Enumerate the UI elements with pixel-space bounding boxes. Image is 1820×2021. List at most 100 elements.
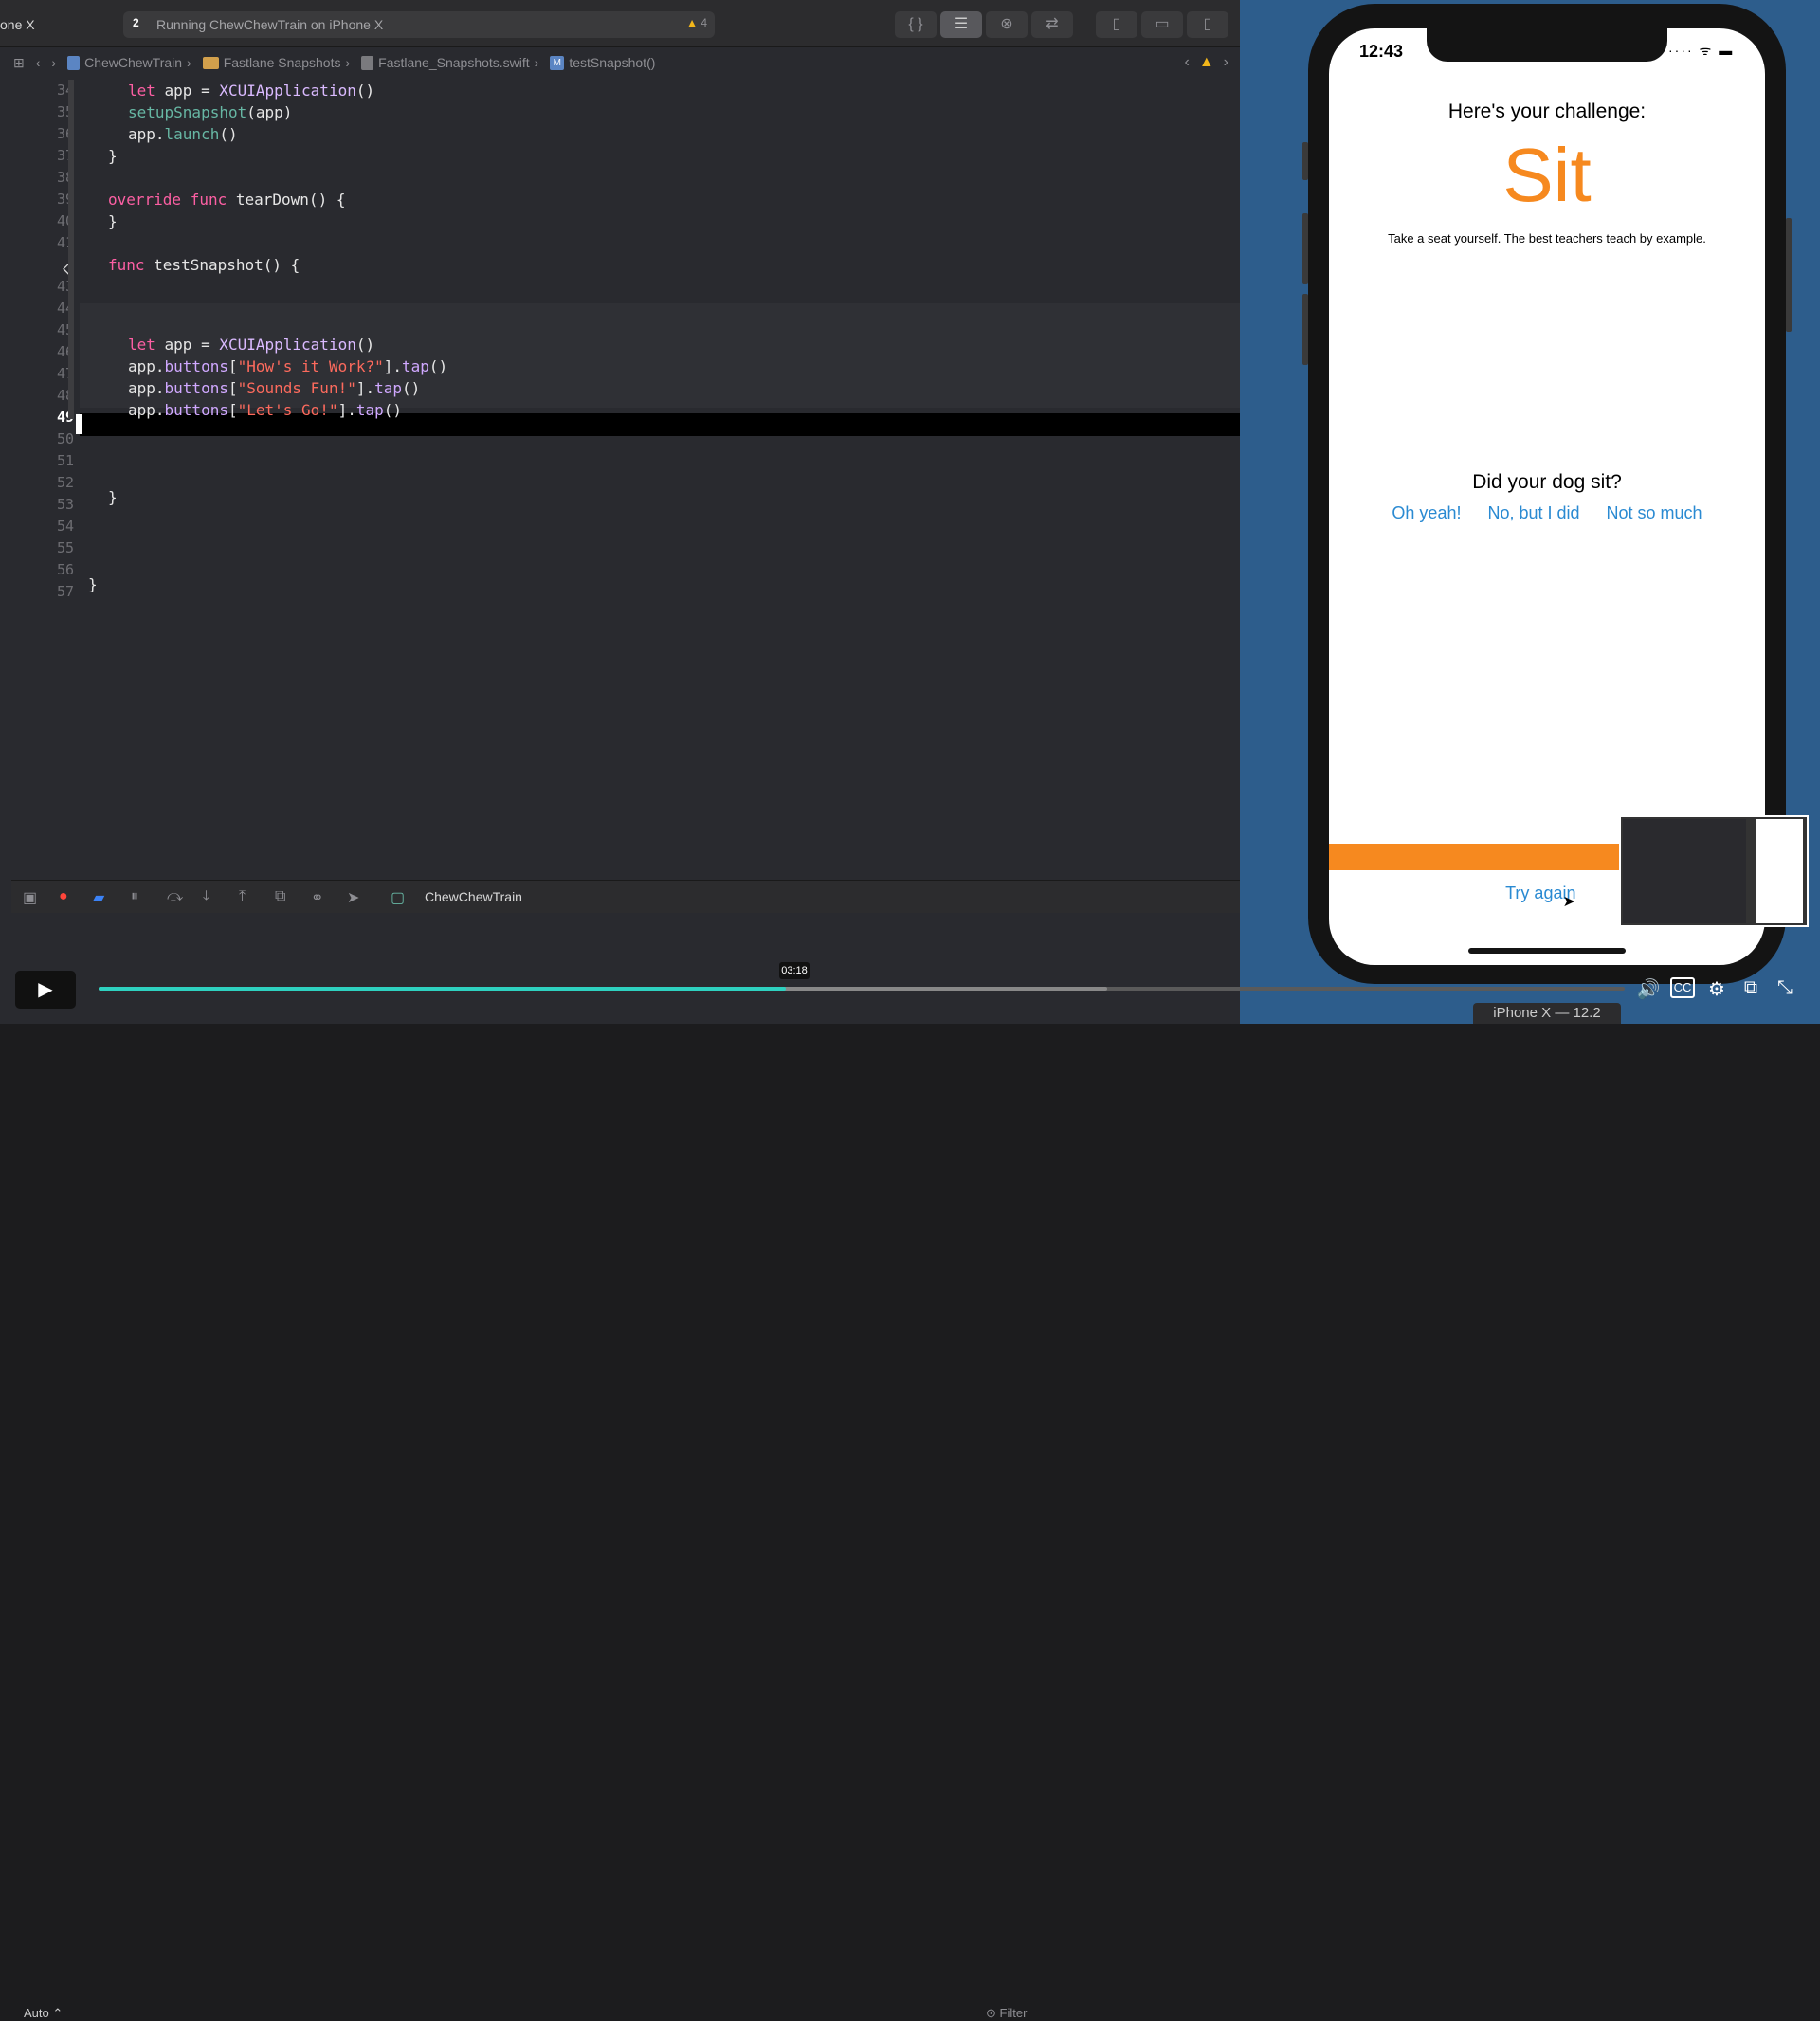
command-title: Sit bbox=[1502, 133, 1592, 217]
jump-bar: ⊞ ‹ › ChewChewTrain › Fastlane Snapshots… bbox=[13, 51, 1240, 74]
breadcrumb-method[interactable]: MtestSnapshot() bbox=[550, 51, 655, 74]
answer-oh-yeah-button[interactable]: Oh yeah! bbox=[1392, 503, 1461, 523]
video-progress-fill bbox=[99, 987, 786, 991]
project-icon bbox=[67, 55, 81, 70]
warning-icon[interactable]: ▲ bbox=[1199, 51, 1214, 74]
answer-not-so-much-button[interactable]: Not so much bbox=[1607, 503, 1702, 523]
breadcrumb-label: Fastlane_Snapshots.swift bbox=[378, 55, 530, 70]
volume-icon[interactable]: 🔊 bbox=[1636, 977, 1661, 1001]
filter-field[interactable]: ⊙ Filter bbox=[986, 2006, 1027, 2021]
next-issue-icon[interactable]: › bbox=[1224, 51, 1228, 74]
command-description: Take a seat yourself. The best teachers … bbox=[1388, 231, 1706, 246]
line-number: 45 bbox=[56, 321, 74, 338]
line-number: 39 bbox=[56, 191, 74, 208]
warning-badge[interactable]: ▲ 4 bbox=[686, 16, 707, 29]
answer-no-but-i-did-button[interactable]: No, but I did bbox=[1487, 503, 1579, 523]
side-button bbox=[1786, 218, 1792, 332]
prev-issue-icon[interactable]: ‹ bbox=[1185, 51, 1190, 74]
line-number-gutter: 34 35 36 37 38 39 40 41 ◇43 44 45 46 47 48 49 50 51 52 53 5… bbox=[11, 80, 74, 876]
line-number: 47 bbox=[56, 365, 74, 382]
swift-file-icon bbox=[361, 55, 374, 70]
line-number: 35 bbox=[56, 103, 74, 120]
code-line: } bbox=[108, 212, 118, 230]
video-control-icons: 🔊 CC ⚙ ⧉ ⤡ bbox=[1636, 977, 1797, 1001]
line-number: ◇ bbox=[23, 256, 74, 279]
code-line: app.launch() bbox=[128, 125, 238, 143]
breadcrumb-label: testSnapshot() bbox=[569, 55, 656, 70]
code-line: } bbox=[88, 575, 98, 593]
captions-icon[interactable]: CC bbox=[1670, 977, 1695, 998]
lines-icon: ☰ bbox=[954, 16, 969, 32]
home-indicator[interactable] bbox=[1468, 948, 1626, 954]
braces-icon: { } bbox=[908, 16, 923, 32]
breadcrumb-label: Fastlane Snapshots bbox=[223, 55, 341, 70]
standard-editor-button[interactable]: ☰ bbox=[940, 11, 982, 38]
scheme-selector[interactable]: one X bbox=[0, 13, 35, 36]
inspector-toggle-button[interactable]: ▯ bbox=[1187, 11, 1228, 38]
assistant-editor-button[interactable]: ⊗ bbox=[986, 11, 1028, 38]
line-number: 50 bbox=[56, 430, 74, 447]
step-into-icon[interactable]: ⤓ bbox=[203, 888, 209, 905]
exit-fullscreen-icon[interactable]: ⤡ bbox=[1773, 977, 1797, 1001]
time-tooltip: 03:18 bbox=[779, 962, 810, 979]
line-number: 54 bbox=[56, 518, 74, 535]
location-icon[interactable]: ➤ bbox=[347, 888, 359, 907]
line-number: 46 bbox=[56, 343, 74, 360]
code-editor[interactable]: let app = XCUIApplication() setupSnapsho… bbox=[80, 80, 1240, 876]
play-icon: ▶ bbox=[38, 979, 53, 1000]
settings-gear-icon[interactable]: ⚙ bbox=[1704, 977, 1729, 1001]
line-number: 51 bbox=[56, 452, 74, 469]
line-number: 43 bbox=[56, 278, 74, 295]
pip-editor-thumbnail bbox=[1623, 819, 1746, 923]
grid-icon[interactable]: ⊞ bbox=[13, 51, 25, 74]
line-number: 34 bbox=[56, 82, 74, 99]
line-number: 52 bbox=[56, 474, 74, 491]
breadcrumb-label: ChewChewTrain bbox=[84, 55, 183, 70]
breadcrumb-file[interactable]: Fastlane_Snapshots.swift › bbox=[361, 51, 538, 74]
play-button[interactable]: ▶ bbox=[15, 971, 76, 1009]
line-number: 57 bbox=[56, 583, 74, 600]
status-time: 12:43 bbox=[1359, 42, 1404, 61]
activity-view: 2 Running ChewChewTrain on iPhone X ▲ 4 bbox=[123, 11, 715, 38]
memory-graph-icon[interactable]: ⚭ bbox=[311, 888, 323, 907]
video-controls bbox=[0, 969, 1820, 1024]
back-icon[interactable]: ‹ bbox=[36, 51, 41, 74]
pause-icon[interactable]: ⏸ bbox=[131, 888, 138, 905]
warning-count: 4 bbox=[701, 16, 707, 29]
folder-icon bbox=[202, 56, 219, 69]
line-number: 55 bbox=[56, 539, 74, 556]
hide-debug-area-icon[interactable]: ▣ bbox=[23, 888, 37, 907]
navigator-toggle-button[interactable]: ▯ bbox=[1096, 11, 1138, 38]
question-label: Did your dog sit? bbox=[1472, 471, 1622, 493]
activity-status: Running ChewChewTrain on iPhone X bbox=[156, 17, 384, 32]
record-icon[interactable]: ● bbox=[59, 888, 68, 905]
pip-phone-thumbnail bbox=[1756, 819, 1803, 923]
library-button[interactable]: { } bbox=[895, 11, 937, 38]
code-line: let app = XCUIApplication() bbox=[128, 82, 375, 100]
line-number: 40 bbox=[56, 212, 74, 229]
filter-icon: ⊙ bbox=[986, 2006, 996, 2020]
line-number: 48 bbox=[56, 387, 74, 404]
code-line: override func tearDown() { bbox=[108, 191, 346, 209]
auto-select-label: Auto bbox=[24, 2006, 49, 2020]
debug-target-label: ChewChewTrain bbox=[425, 889, 522, 904]
code-line: let app = XCUIApplication() bbox=[128, 336, 375, 354]
debug-bar: ▣ ● ▰ ⏸ ⤼ ⤓ ⤒ ⧉ ⚭ ➤ ▢ ChewChewTrain bbox=[11, 880, 1240, 913]
debug-area-toggle-button[interactable]: ▭ bbox=[1141, 11, 1183, 38]
breakpoints-toggle-icon[interactable]: ▰ bbox=[93, 888, 104, 907]
version-editor-button[interactable]: ⇄ bbox=[1031, 11, 1073, 38]
rings-icon: ⊗ bbox=[1000, 16, 1013, 32]
step-out-icon[interactable]: ⤒ bbox=[239, 888, 246, 905]
line-number: 41 bbox=[56, 234, 74, 251]
change-indicator-bar bbox=[68, 80, 74, 419]
left-panel-icon: ▯ bbox=[1112, 16, 1121, 32]
app-target-icon: ▢ bbox=[391, 890, 406, 906]
step-over-icon[interactable]: ⤼ bbox=[167, 888, 183, 905]
breadcrumb-project[interactable]: ChewChewTrain › bbox=[67, 51, 191, 74]
forward-icon[interactable]: › bbox=[51, 51, 56, 74]
breadcrumb-group[interactable]: Fastlane Snapshots › bbox=[202, 51, 350, 74]
auto-variables-select[interactable]: Auto ⌃ bbox=[24, 2006, 63, 2021]
pip-icon[interactable]: ⧉ bbox=[1738, 977, 1763, 1001]
view-hierarchy-icon[interactable]: ⧉ bbox=[275, 888, 285, 905]
editor-mode-group: { } ☰ ⊗ ⇄ bbox=[895, 11, 1073, 38]
